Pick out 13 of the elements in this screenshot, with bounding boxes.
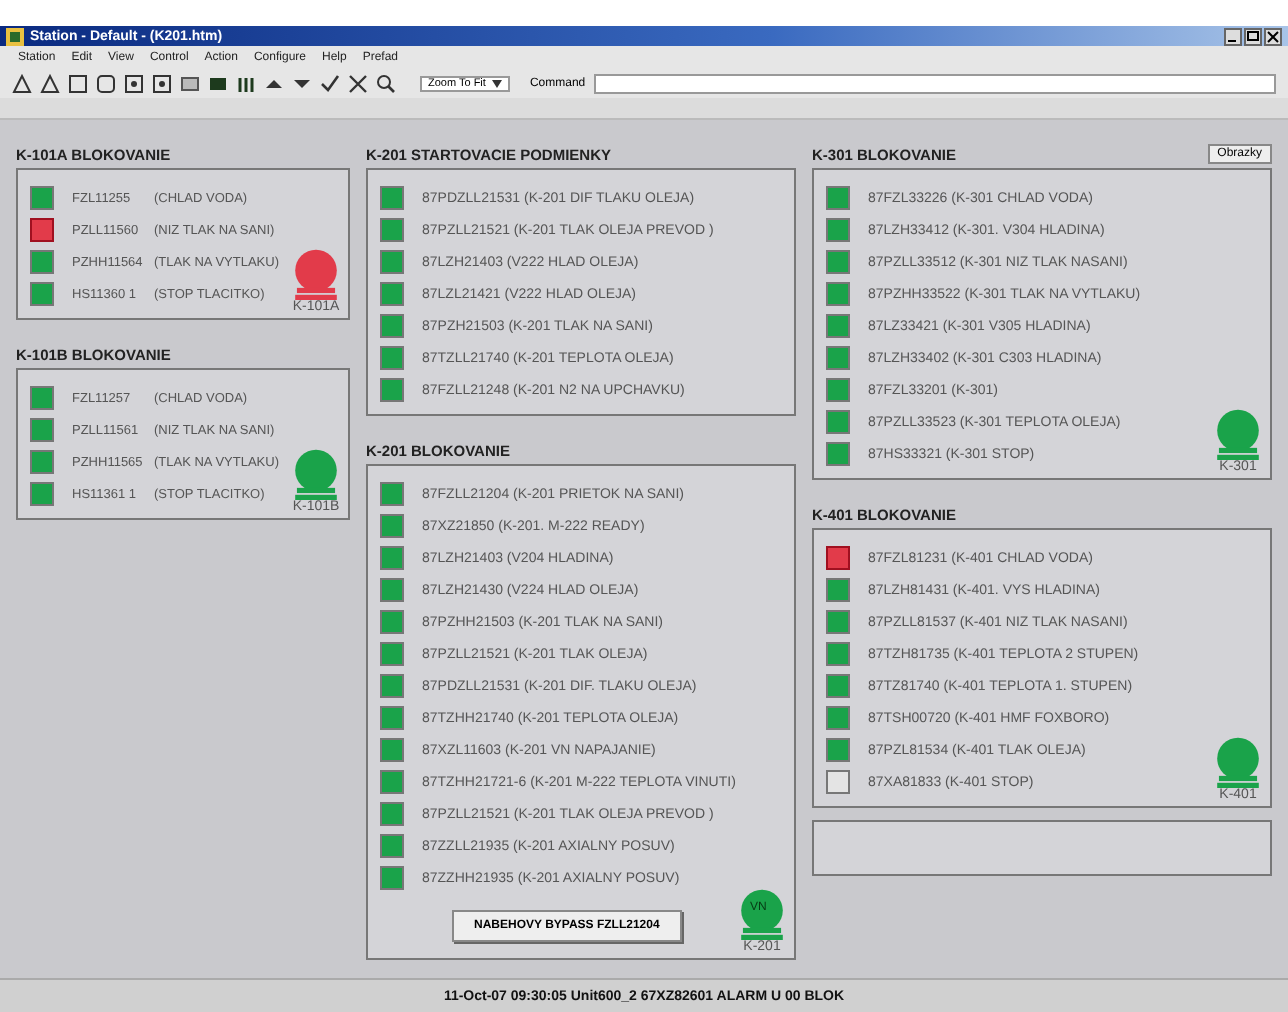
check-icon[interactable]: [320, 73, 340, 93]
monitor-icon[interactable]: [208, 73, 228, 93]
search-icon[interactable]: [376, 73, 396, 93]
maximize-icon[interactable]: [1244, 27, 1262, 45]
command-field[interactable]: [593, 73, 1276, 93]
close-icon[interactable]: [1264, 27, 1282, 45]
cross-icon[interactable]: [348, 73, 368, 93]
app-icon: [6, 27, 24, 45]
page-icon[interactable]: [124, 73, 144, 93]
minimize-icon[interactable]: [1224, 27, 1242, 45]
bars-icon[interactable]: [236, 73, 256, 93]
page-icon[interactable]: [152, 73, 172, 93]
caret-icon: [491, 79, 502, 87]
